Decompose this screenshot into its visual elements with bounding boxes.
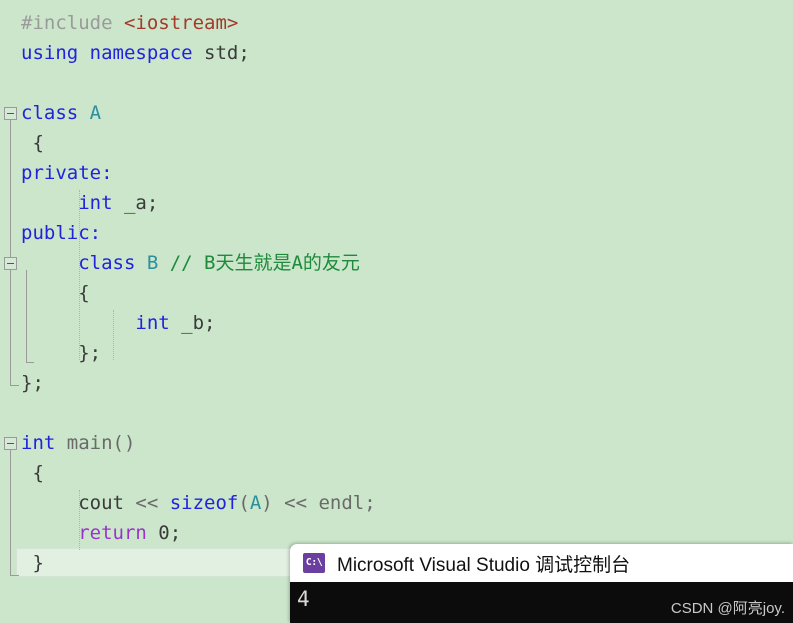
console-output-area[interactable]: 4 CSDN @阿亮joy.: [290, 582, 793, 623]
code-line[interactable]: public:: [0, 218, 793, 248]
code-token: A: [89, 102, 102, 124]
code-line[interactable]: private:: [0, 158, 793, 188]
code-token: return: [21, 522, 159, 544]
code-token: A: [249, 492, 262, 514]
code-line-content: }: [21, 548, 44, 578]
code-line[interactable]: [0, 398, 793, 428]
code-token: std;: [204, 42, 250, 64]
code-line[interactable]: int main(): [0, 428, 793, 458]
code-token: <<: [135, 492, 170, 514]
code-line[interactable]: int _a;: [0, 188, 793, 218]
code-token: {: [21, 462, 44, 484]
code-token: #include: [21, 12, 124, 34]
code-line-content: cout << sizeof(A) << endl;: [21, 488, 376, 518]
code-token: }: [21, 552, 44, 574]
debug-console-window[interactable]: C:\ Microsoft Visual Studio 调试控制台 4 CSDN…: [290, 544, 793, 623]
console-title-bar[interactable]: C:\ Microsoft Visual Studio 调试控制台: [290, 544, 793, 582]
code-line[interactable]: class A: [0, 98, 793, 128]
code-token: };: [21, 372, 44, 394]
code-token: class: [21, 252, 147, 274]
code-line[interactable]: class B // B天生就是A的友元: [0, 248, 793, 278]
code-token: 0;: [158, 522, 182, 544]
code-token: cout: [21, 492, 136, 514]
code-token: int: [21, 432, 67, 454]
code-line-content: {: [21, 278, 90, 308]
watermark: CSDN @阿亮joy.: [670, 600, 785, 617]
code-token: {: [21, 282, 90, 304]
code-token: int: [21, 312, 182, 334]
code-line-content: };: [21, 368, 44, 398]
code-line[interactable]: int _b;: [0, 308, 793, 338]
code-line[interactable]: cout << sizeof(A) << endl;: [0, 488, 793, 518]
code-line[interactable]: };: [0, 338, 793, 368]
code-line[interactable]: {: [0, 278, 793, 308]
code-line[interactable]: {: [0, 128, 793, 158]
code-token: };: [21, 342, 102, 364]
code-token: B: [146, 252, 170, 274]
code-token: _b;: [181, 312, 216, 334]
code-line-content: class A: [21, 98, 101, 128]
code-line[interactable]: [0, 68, 793, 98]
code-token: <iostream>: [123, 12, 239, 34]
code-token: main: [66, 432, 113, 454]
code-line[interactable]: #include <iostream>: [0, 8, 793, 38]
code-token: private:: [21, 162, 113, 184]
code-line[interactable]: {: [0, 458, 793, 488]
command-prompt-icon-label: C:\: [305, 557, 323, 568]
code-token: using namespace: [21, 42, 205, 64]
code-line-content: #include <iostream>: [21, 8, 238, 38]
console-output-text: 4: [297, 587, 310, 611]
code-line-content: public:: [21, 218, 101, 248]
code-editor[interactable]: #include <iostream> using namespace std;…: [0, 0, 793, 623]
code-token: (): [112, 432, 136, 454]
code-token: int: [21, 192, 124, 214]
code-line-content: private:: [21, 158, 113, 188]
code-token: endl;: [318, 492, 376, 514]
code-line-content: };: [21, 338, 101, 368]
code-token: sizeof: [169, 492, 239, 514]
code-token: _a;: [123, 192, 159, 214]
console-title: Microsoft Visual Studio 调试控制台: [337, 554, 631, 576]
code-line[interactable]: };: [0, 368, 793, 398]
code-line-content: int _b;: [21, 308, 215, 338]
code-token: ): [261, 492, 285, 514]
code-token: {: [21, 132, 44, 154]
code-line-content: {: [21, 458, 44, 488]
code-line[interactable]: using namespace std;: [0, 38, 793, 68]
code-token: <<: [284, 492, 319, 514]
code-token: (: [238, 492, 250, 514]
code-token: class: [21, 102, 90, 124]
code-line-content: using namespace std;: [21, 38, 250, 68]
code-token: // B天生就是A的友元: [169, 252, 360, 274]
code-line-content: int main(): [21, 428, 135, 458]
code-line-content: int _a;: [21, 188, 158, 218]
code-line-content: class B // B天生就是A的友元: [21, 248, 360, 278]
code-line-content: {: [21, 128, 44, 158]
code-line-content: return 0;: [21, 518, 181, 548]
command-prompt-icon: C:\: [303, 553, 325, 573]
code-token: public:: [21, 222, 102, 244]
